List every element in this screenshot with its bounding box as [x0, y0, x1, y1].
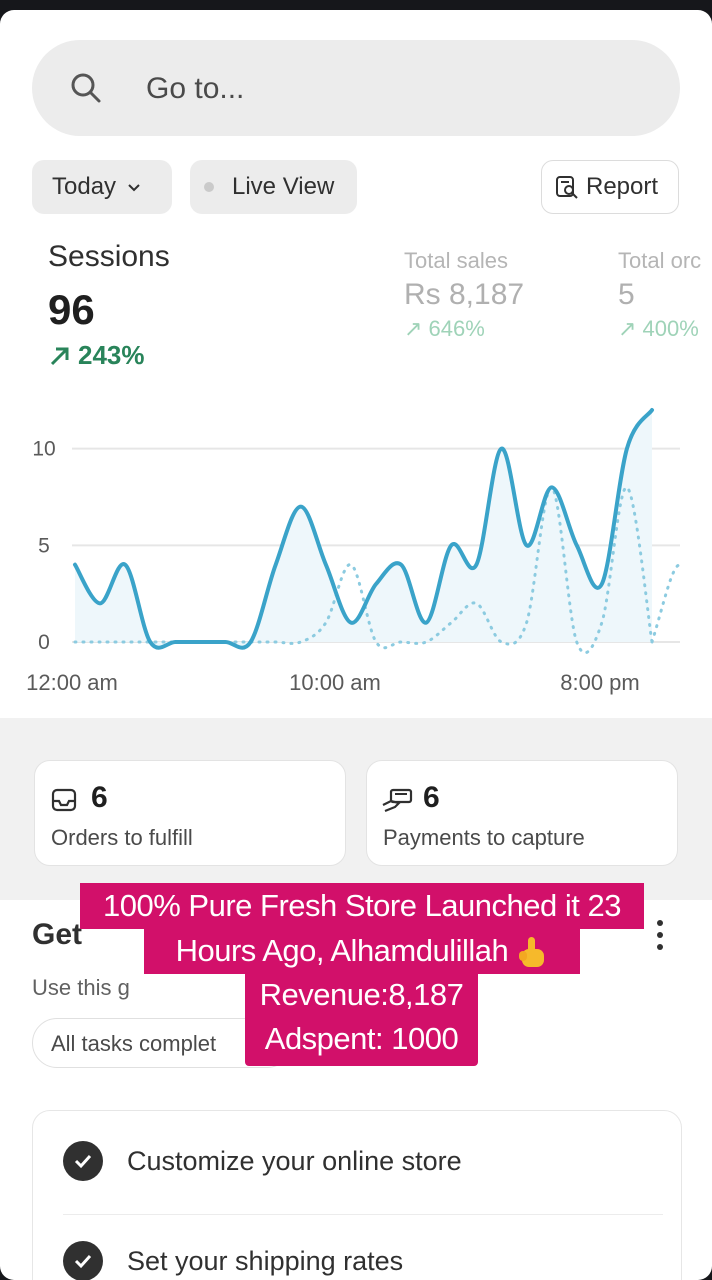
chart-series-comparison-extension — [650, 563, 682, 644]
payments-label: Payments to capture — [383, 825, 585, 850]
caption-line-1-text: 100% Pure Fresh Store Launched it 23 — [103, 888, 621, 923]
report-button[interactable]: Report — [541, 160, 679, 214]
search-icon — [71, 73, 101, 103]
live-view-label: Live View — [232, 173, 335, 200]
total-orders-value: 5 — [618, 278, 635, 311]
task-item[interactable]: Customize your online store — [63, 1141, 462, 1181]
setup-guide-description: Use this g — [32, 975, 130, 1000]
payments-to-capture-card[interactable]: 6 Payments to capture — [366, 760, 678, 866]
total-orders-change-value: 400% — [642, 316, 699, 341]
sessions-title: Sessions — [48, 240, 170, 273]
search-input[interactable] — [144, 66, 608, 112]
orders-label: Orders to fulfill — [51, 825, 193, 850]
hand-cash-icon — [382, 788, 413, 813]
orders-to-fulfill-card[interactable]: 6 Orders to fulfill — [34, 760, 346, 866]
y-tick-label: 5 — [38, 534, 50, 557]
divider — [63, 1214, 663, 1215]
setup-guide-title: Get — [32, 918, 83, 951]
sessions-value: 96 — [48, 286, 95, 333]
total-sales-title: Total sales — [404, 248, 508, 273]
inbox-icon — [51, 788, 77, 812]
task-item[interactable]: Set your shipping rates — [63, 1241, 403, 1280]
setup-tasks-card: Customize your online store Set your shi… — [32, 1110, 682, 1280]
report-label: Report — [586, 173, 659, 200]
caption-line-4: Adspent: 1000 — [245, 1016, 478, 1066]
total-orders-metric[interactable]: Total orc 5 ↗ 400% — [618, 248, 701, 342]
total-orders-title: Total orc — [618, 248, 702, 273]
x-tick-label: 12:00 am — [26, 670, 118, 695]
live-view-button[interactable]: Live View — [190, 160, 357, 214]
date-range-label: Today — [52, 173, 117, 200]
live-status-dot-icon — [204, 182, 214, 192]
total-orders-change: ↗ 400% — [618, 316, 699, 341]
search-bar[interactable] — [32, 40, 680, 136]
sessions-change-value: 243% — [78, 340, 145, 370]
y-tick-label: 10 — [32, 438, 55, 461]
caption-line-3: Revenue:8,187 — [245, 972, 478, 1018]
total-sales-change: ↗ 646% — [404, 316, 485, 341]
task-label: Customize your online store — [127, 1145, 462, 1176]
checkmark-icon — [63, 1241, 103, 1280]
x-tick-label: 8:00 pm — [560, 670, 640, 695]
pointing-up-emoji-icon — [519, 936, 545, 967]
sessions-change: 243% — [48, 340, 145, 371]
task-label: Set your shipping rates — [127, 1245, 404, 1276]
todo-section: 6 Orders to fulfill 6 Payments to captur… — [0, 718, 712, 900]
trend-up-icon — [50, 347, 69, 365]
checkmark-icon — [63, 1141, 103, 1181]
sessions-chart: 10 5 0 12:00 am 10:00 am 8:00 pm — [26, 408, 682, 695]
caption-line-2: Hours Ago, Alhamdulillah — [144, 928, 580, 974]
report-icon — [556, 176, 578, 199]
caption-line-2-text: Hours Ago, Alhamdulillah — [175, 933, 509, 968]
total-sales-value: Rs 8,187 — [404, 278, 525, 311]
caption-line-1: 100% Pure Fresh Store Launched it 23 — [80, 883, 644, 929]
total-sales-change-value: 646% — [428, 316, 485, 341]
y-tick-label: 0 — [38, 631, 50, 654]
payments-count: 6 — [423, 781, 440, 814]
date-range-selector[interactable]: Today — [32, 160, 172, 214]
more-options-icon[interactable] — [654, 920, 666, 960]
app-screen: Today Live View Report Sessions 96 243% … — [0, 10, 712, 1280]
x-tick-label: 10:00 am — [289, 670, 381, 695]
total-sales-metric[interactable]: Total sales Rs 8,187 ↗ 646% — [404, 248, 524, 342]
chevron-down-icon — [128, 184, 140, 192]
orders-count: 6 — [91, 781, 108, 814]
